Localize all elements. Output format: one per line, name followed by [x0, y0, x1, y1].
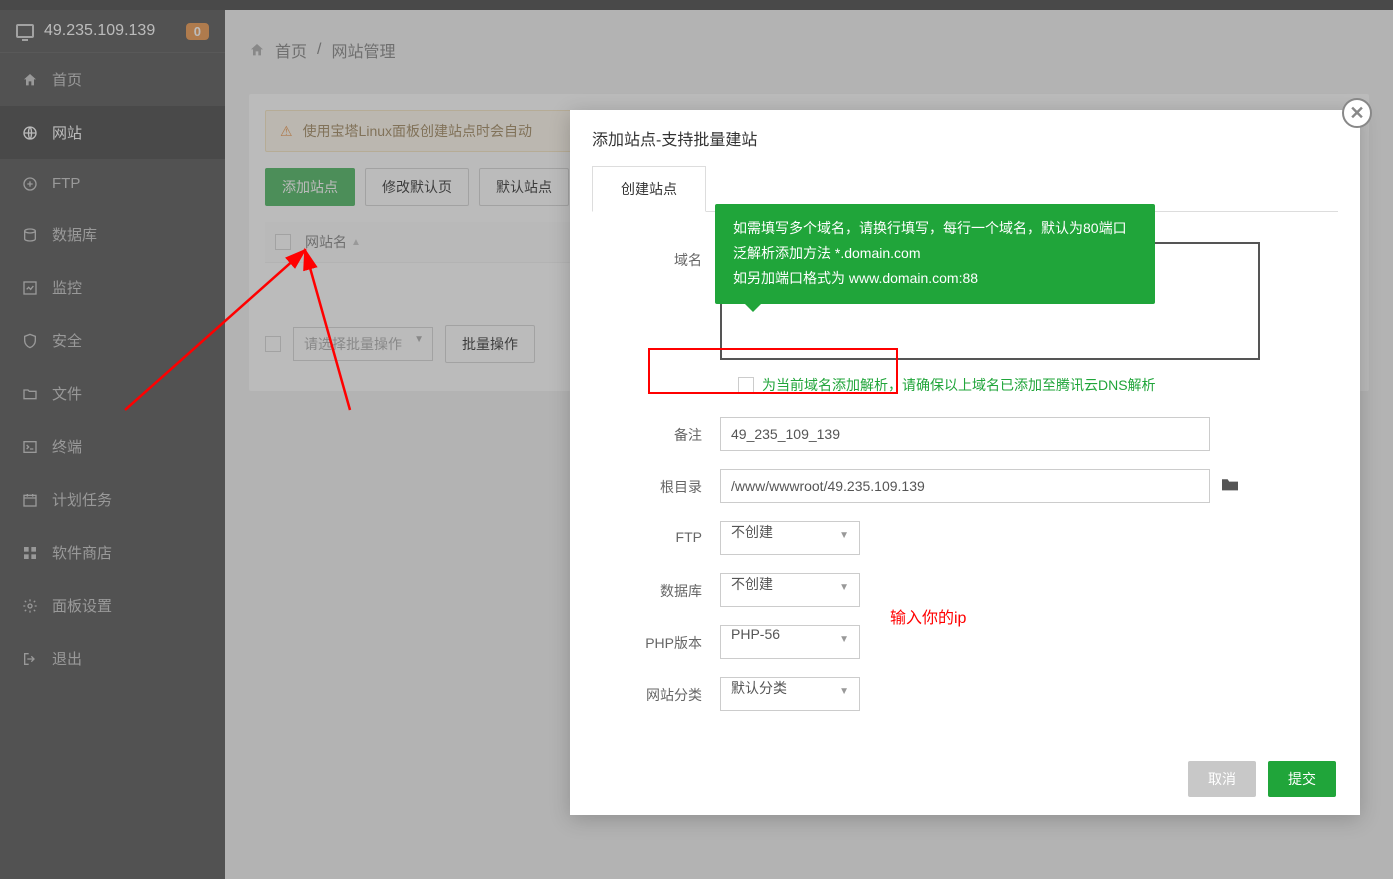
domain-tooltip: 如需填写多个域名，请换行填写，每行一个域名，默认为80端口 泛解析添加方法 *.…: [715, 204, 1155, 304]
remark-label: 备注: [630, 417, 720, 445]
ftp-label: FTP: [630, 521, 720, 545]
browse-folder-icon[interactable]: [1220, 476, 1240, 497]
dns-checkbox[interactable]: [738, 377, 754, 393]
php-label: PHP版本: [630, 625, 720, 653]
modal-title: 添加站点-支持批量建站: [570, 110, 1360, 166]
close-button[interactable]: ✕: [1342, 98, 1372, 128]
tab-create-site[interactable]: 创建站点: [592, 166, 706, 212]
dns-hint: 为当前域名添加解析，请确保以上域名已添加至腾讯云DNS解析: [762, 375, 1156, 395]
php-select[interactable]: PHP-56: [720, 625, 860, 659]
root-label: 根目录: [630, 469, 720, 497]
domain-label: 域名: [630, 242, 720, 270]
category-label: 网站分类: [630, 677, 720, 705]
remark-input[interactable]: [720, 417, 1210, 451]
db-select[interactable]: 不创建: [720, 573, 860, 607]
db-label: 数据库: [630, 573, 720, 601]
root-input[interactable]: [720, 469, 1210, 503]
annotation-text: 输入你的ip: [890, 604, 966, 628]
ftp-select[interactable]: 不创建: [720, 521, 860, 555]
submit-button[interactable]: 提交: [1268, 761, 1336, 797]
category-select[interactable]: 默认分类: [720, 677, 860, 711]
cancel-button[interactable]: 取消: [1188, 761, 1256, 797]
add-site-modal: ✕ 添加站点-支持批量建站 创建站点 如需填写多个域名，请换行填写，每行一个域名…: [570, 110, 1360, 815]
